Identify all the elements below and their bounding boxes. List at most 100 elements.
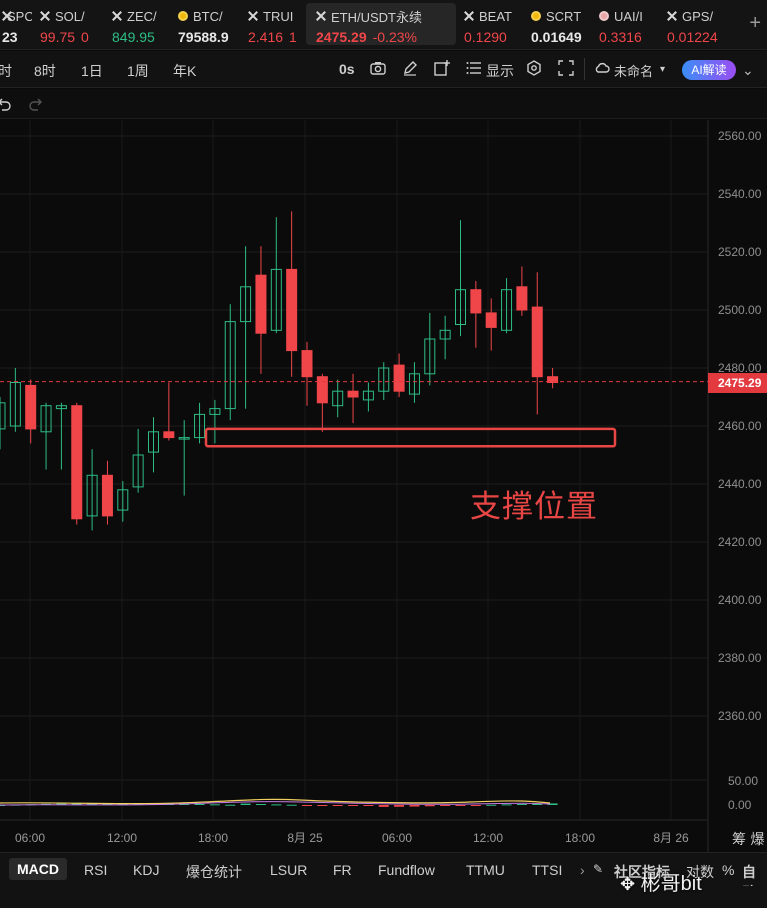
x-tick-label: 8月 25 [287, 831, 323, 845]
ticker-7[interactable]: SCRT 0.01649 [523, 0, 591, 50]
y-tick-label: 2540.00 [718, 187, 762, 201]
candle-body [25, 384, 37, 430]
ticker-1[interactable]: SOL/99.75 0 [32, 0, 104, 50]
y-tick-label: 2360.00 [718, 709, 762, 723]
ticker-name: ZEC/ [112, 6, 170, 26]
ticker-values: 23 [2, 29, 32, 45]
tab-fr[interactable]: FR [333, 862, 352, 878]
ticker-bar: SPCX23SOL/99.750ZEC/849.95BTC/79588.9TRU… [0, 0, 767, 50]
ticker-2[interactable]: ZEC/849.95 [104, 0, 170, 50]
camera-icon[interactable] [370, 60, 386, 76]
macd-bar [440, 805, 451, 806]
redo-icon[interactable] [28, 97, 44, 111]
timeframe-8h[interactable]: 8时 [34, 61, 56, 81]
ticker-price: 849.95 [112, 29, 155, 45]
ticker-price: 99.75 [40, 29, 76, 45]
timeframe-1d[interactable]: 1日 [81, 61, 103, 81]
ticker-symbol: ZEC/ [127, 8, 157, 24]
y-tick-label: 2440.00 [718, 477, 762, 491]
candle-body [531, 306, 543, 378]
ticker-values: 0.01649 [531, 29, 591, 45]
macd-bar [225, 804, 236, 806]
ticker-price: 2475.29 [316, 29, 367, 45]
ticker-name: GPS/ [667, 6, 721, 26]
ticker-symbol: UAI/I [614, 8, 643, 24]
list-icon[interactable] [466, 60, 482, 76]
ticker-price: 0.01649 [531, 29, 582, 45]
y-tick-label: 2380.00 [718, 651, 762, 665]
candle-body [101, 474, 113, 517]
tab-fundflow[interactable]: Fundflow [378, 862, 435, 878]
undo-redo-row [0, 89, 767, 119]
x-tick-label: 18:00 [565, 831, 595, 845]
candle-body [393, 364, 405, 392]
tab-ttmu[interactable]: TTMU [466, 862, 505, 878]
watermark-text: 彬哥bit [640, 873, 702, 895]
ticker-name: BTC/ [178, 6, 240, 26]
ticker-8[interactable]: UAI/I 0.3316 [591, 0, 659, 50]
tab-liquidation[interactable]: 爆仓统计 [186, 862, 242, 882]
x-tick-label: 06:00 [15, 831, 45, 845]
ticker-values: 2475.29 -0.23% [316, 29, 456, 45]
support-zone-box [204, 427, 617, 448]
ticker-name: UAI/I [599, 6, 659, 26]
tab-ttsi[interactable]: TTSI [532, 862, 562, 878]
ai-analysis-button[interactable]: AI解读 [682, 60, 736, 80]
tab-lsur[interactable]: LSUR [270, 862, 307, 878]
undo-icon[interactable] [0, 97, 12, 111]
zero-seconds-label[interactable]: 0s [339, 61, 355, 77]
timeframe-hour[interactable]: 时 [0, 61, 12, 81]
macd-bar [424, 805, 435, 807]
display-button[interactable]: 显示 [486, 61, 514, 81]
settings-icon[interactable] [526, 60, 542, 76]
coin-icon [178, 11, 188, 21]
tabs-scroll-icon[interactable]: › [580, 862, 585, 878]
ticker-price: 0.1290 [464, 29, 507, 45]
y-tick-label: 2520.00 [718, 245, 762, 259]
edit-icon[interactable]: ✎ [593, 862, 603, 876]
ticker-9[interactable]: GPS/0.01224 [659, 0, 721, 50]
coin-icon [531, 11, 541, 21]
new-window-icon[interactable] [434, 60, 450, 76]
ai-chevron-icon[interactable]: ⌄ [742, 62, 754, 79]
ticker-name: TRUI [248, 6, 298, 26]
timeframe-year[interactable]: 年K [173, 61, 196, 81]
macd-bar [455, 805, 466, 806]
x-icon [464, 11, 474, 21]
x-tick-label: 12:00 [473, 831, 503, 845]
tab-rsi[interactable]: RSI [84, 862, 107, 878]
ticker-6[interactable]: BEAT 0.1290 [456, 0, 523, 50]
add-ticker-icon[interactable]: + [749, 12, 761, 35]
ticker-values: 0.01224 [667, 29, 721, 45]
ticker-0[interactable]: SPCX 23 [0, 0, 32, 50]
timeframe-1w[interactable]: 1周 [127, 61, 149, 81]
y-tick-label: 2560.00 [718, 129, 762, 143]
layout-name[interactable]: 未命名 [614, 61, 653, 80]
ticker-5[interactable]: ETH/USDT永续 2475.29 -0.23% [306, 3, 456, 45]
pencil-icon[interactable] [402, 60, 418, 76]
x-icon [248, 11, 258, 21]
candle-body [255, 274, 267, 334]
tab-macd[interactable]: MACD [9, 858, 67, 880]
ticker-change: 0 [81, 29, 89, 45]
macd-bar [470, 805, 481, 806]
price-chart[interactable]: 2560.002540.002520.002500.002480.002460.… [0, 120, 767, 852]
x-icon [40, 11, 50, 21]
watermark: ✥ 彬哥bit [620, 867, 702, 896]
ticker-symbol: SCRT [546, 8, 582, 24]
percent-toggle[interactable]: % [722, 862, 734, 878]
fullscreen-icon[interactable] [558, 60, 574, 76]
ticker-3[interactable]: BTC/79588.9 [170, 0, 240, 50]
tab-kdj[interactable]: KDJ [133, 862, 159, 878]
macd-bar [409, 805, 420, 807]
layout-dropdown-icon[interactable]: ▾ [660, 64, 665, 75]
y-tick-label: 2420.00 [718, 535, 762, 549]
ticker-name: BEAT [464, 6, 523, 26]
macd-bar [348, 805, 359, 806]
ticker-price: 23 [2, 29, 18, 45]
cloud-icon[interactable] [594, 60, 610, 76]
ticker-change: 1 [289, 29, 297, 45]
macd-bar [302, 805, 312, 806]
candle-body [301, 350, 313, 378]
ticker-4[interactable]: TRUI 2.416 1 [240, 0, 298, 50]
